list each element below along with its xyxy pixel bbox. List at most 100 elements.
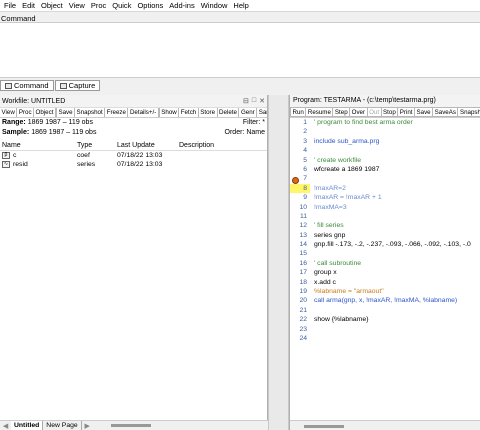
wf-btn-proc[interactable]: Proc — [17, 108, 35, 117]
object-row[interactable]: ∿ resid series 07/18/22 13:03 — [0, 160, 267, 169]
command-input[interactable] — [0, 22, 480, 78]
code-line[interactable]: 12 ' fill series — [290, 221, 480, 230]
tab-capture[interactable]: Capture — [54, 80, 101, 91]
prog-btn-out[interactable]: Out — [367, 107, 382, 117]
wf-btn-freeze[interactable]: Freeze — [105, 108, 129, 117]
page-next-icon[interactable]: ▶ — [82, 422, 93, 430]
menu-file[interactable]: File — [1, 0, 19, 12]
line-number: 14 — [299, 241, 307, 249]
prog-btn-saveas[interactable]: SaveAs — [433, 107, 459, 117]
code-line[interactable]: 11 — [290, 212, 480, 221]
page-tab-untitled[interactable]: Untitled — [11, 420, 44, 430]
wf-btn-store[interactable]: Store — [198, 108, 218, 117]
wf-btn-save[interactable]: Save — [56, 108, 76, 117]
window-splitter[interactable] — [268, 95, 289, 430]
prog-btn-snapsh[interactable]: Snapsh — [458, 107, 480, 117]
line-text — [310, 306, 314, 315]
code-line[interactable]: 8 !maxAR=2 — [290, 183, 480, 194]
code-line[interactable]: 18 x.add c — [290, 278, 480, 287]
prog-btn-run[interactable]: Run — [290, 107, 307, 117]
code-line[interactable]: 15 — [290, 249, 480, 258]
code-line[interactable]: 6 wfcreate a 1869 1987 — [290, 165, 480, 174]
range-value[interactable]: 1869 1987 – 119 obs — [28, 119, 93, 126]
menu-quick[interactable]: Quick — [109, 0, 134, 12]
code-line[interactable]: 7 — [290, 174, 480, 183]
menu-help[interactable]: Help — [230, 0, 251, 12]
restore-icon[interactable]: □ — [252, 97, 256, 105]
line-text: ' create workfile — [314, 156, 362, 164]
prog-btn-step[interactable]: Step — [333, 107, 351, 117]
program-editor[interactable]: 1 ' program to find best arma order 2 3 incl… — [290, 118, 480, 343]
order-value[interactable]: Order: Name — [225, 128, 265, 138]
code-line[interactable]: 24 — [290, 334, 480, 343]
wf-btn-genr[interactable]: Genr — [239, 108, 258, 117]
line-text: include sub_arma.prg — [314, 137, 380, 145]
line-text: ' program to find best arma order — [314, 119, 413, 126]
menu-object[interactable]: Object — [38, 0, 66, 12]
code-line[interactable]: 5 ' create workfile — [290, 156, 480, 165]
page-tab-new-page[interactable]: New Page — [43, 420, 82, 430]
wf-btn-details-[interactable]: Details+/- — [128, 108, 159, 117]
prog-btn-stop[interactable]: Stop — [381, 107, 399, 117]
code-line[interactable]: 14 gnp.fill -.173, -.2, -.237, -.093, -.0… — [290, 240, 480, 249]
tab-capture-label: Capture — [68, 81, 96, 90]
object-row[interactable]: β c coef 07/18/22 13:03 — [0, 151, 267, 160]
menu-proc[interactable]: Proc — [88, 0, 109, 12]
line-text: ' call subroutine — [314, 259, 362, 267]
code-line[interactable]: 2 — [290, 127, 480, 136]
code-line[interactable]: 13 series gnp — [290, 231, 480, 240]
code-line[interactable]: 1 ' program to find best arma order — [290, 118, 480, 127]
code-line[interactable]: 9 !maxAR = !maxAR + 1 — [290, 193, 480, 202]
wf-btn-object[interactable]: Object — [34, 108, 56, 117]
col-last-update[interactable]: Last Update — [117, 141, 179, 150]
object-list: β c coef 07/18/22 13:03 ∿ resid series 07/18/22… — [0, 151, 267, 169]
minimize-icon[interactable]: ⊟ — [243, 97, 249, 105]
code-line[interactable]: 3 include sub_arma.prg — [290, 137, 480, 146]
close-icon[interactable]: ✕ — [259, 97, 265, 105]
wf-btn-samp[interactable]: Samp — [257, 108, 267, 117]
prog-btn-over[interactable]: Over — [350, 107, 368, 117]
line-text — [310, 212, 314, 221]
breakpoint-icon[interactable] — [292, 177, 299, 184]
col-name[interactable]: Name — [0, 141, 77, 150]
wf-btn-snapshot[interactable]: Snapshot — [75, 108, 106, 117]
code-line[interactable]: 10 !maxMA=3 — [290, 203, 480, 212]
object-name: resid — [13, 161, 28, 168]
program-horizontal-scrollbar[interactable] — [304, 425, 344, 428]
code-line[interactable]: 23 — [290, 325, 480, 334]
page-prev-icon[interactable]: ◀ — [0, 422, 11, 430]
menu-options[interactable]: Options — [134, 0, 166, 12]
col-type[interactable]: Type — [77, 141, 117, 150]
menu-window[interactable]: Window — [198, 0, 231, 12]
sample-value[interactable]: 1869 1987 – 119 obs — [31, 129, 96, 136]
menu-view[interactable]: View — [66, 0, 88, 12]
line-number: 18 — [299, 278, 307, 286]
code-line[interactable]: 17 group x — [290, 268, 480, 277]
col-description[interactable]: Description — [179, 141, 259, 150]
tab-command[interactable]: Command — [0, 80, 54, 91]
line-text: series gnp — [314, 231, 346, 239]
prog-btn-save[interactable]: Save — [415, 107, 434, 117]
wf-btn-show[interactable]: Show — [159, 108, 180, 117]
range-label: Range: — [2, 119, 26, 126]
filter-value[interactable]: Filter: * — [243, 118, 265, 128]
prog-btn-print[interactable]: Print — [398, 107, 416, 117]
line-text — [310, 127, 314, 136]
menu-add-ins[interactable]: Add-ins — [166, 0, 197, 12]
code-line[interactable]: 19 %labname = "armaout" — [290, 287, 480, 296]
code-line[interactable]: 21 — [290, 306, 480, 315]
prog-btn-resume[interactable]: Resume — [306, 107, 334, 117]
line-number: 23 — [299, 325, 307, 333]
code-line[interactable]: 16 ' call subroutine — [290, 259, 480, 268]
menu-edit[interactable]: Edit — [19, 0, 38, 12]
command-tabs: Command Capture — [0, 80, 101, 91]
line-number: 4 — [303, 147, 307, 155]
code-line[interactable]: 20 call arma(gnp, x, !maxAR, !maxMA, %lab… — [290, 296, 480, 305]
wf-btn-fetch[interactable]: Fetch — [179, 108, 199, 117]
code-line[interactable]: 4 — [290, 146, 480, 155]
wf-btn-view[interactable]: View — [0, 108, 18, 117]
horizontal-scrollbar[interactable] — [110, 424, 151, 427]
code-line[interactable]: 22 show {%labname} — [290, 315, 480, 324]
wf-btn-delete[interactable]: Delete — [217, 108, 240, 117]
line-text: wfcreate a 1869 1987 — [314, 165, 380, 173]
